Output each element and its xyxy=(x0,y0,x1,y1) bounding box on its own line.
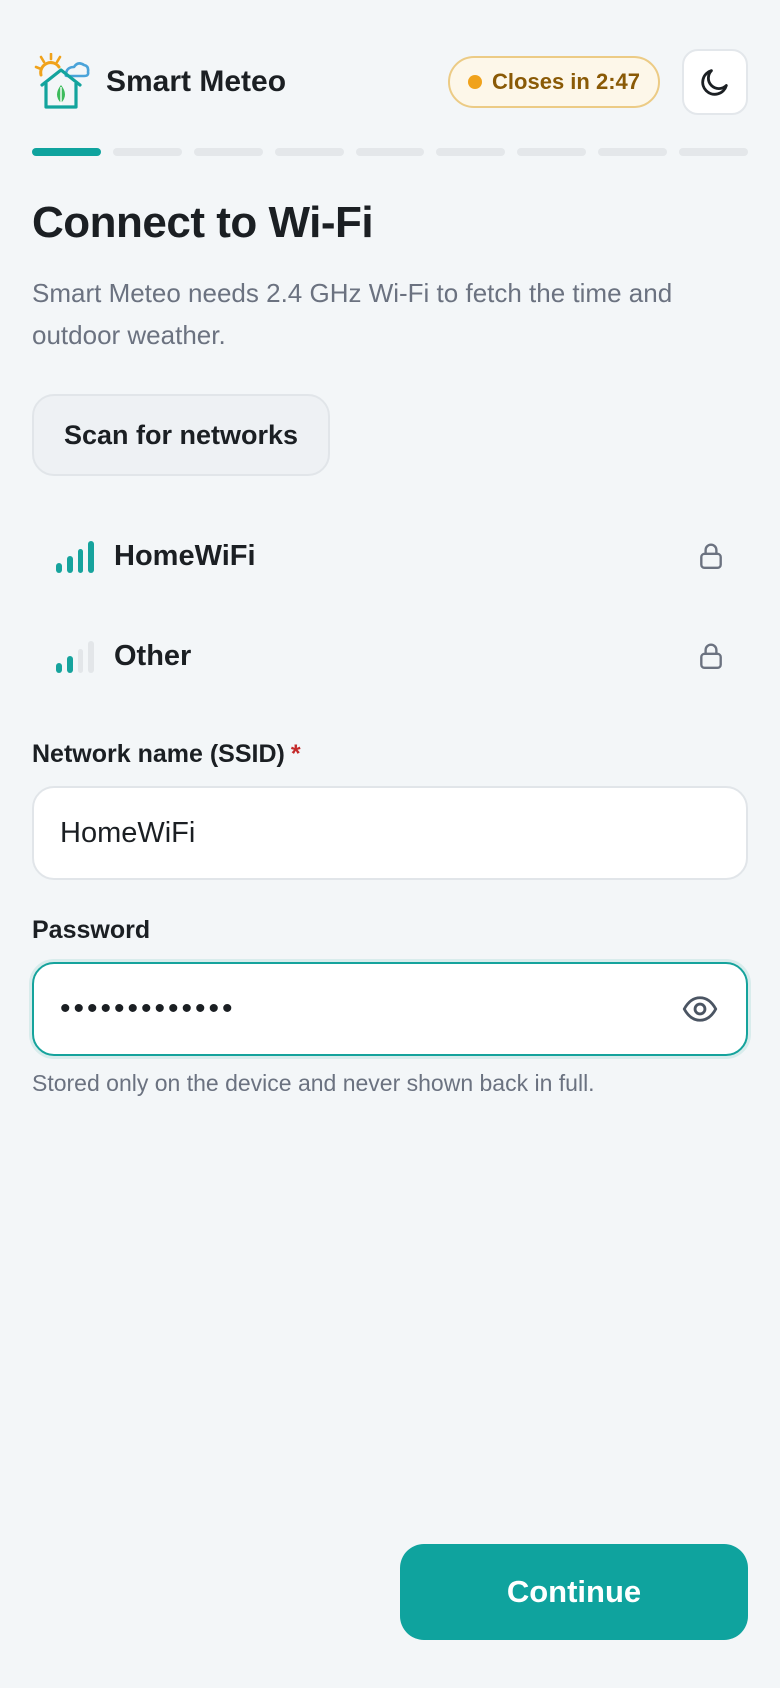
ssid-label: Network name (SSID) * xyxy=(32,740,301,769)
timer-label: Closes in 2:47 xyxy=(492,69,640,94)
page-subtitle: Smart Meteo needs 2.4 GHz Wi-Fi to fetch… xyxy=(32,278,673,350)
moon-icon xyxy=(701,69,728,96)
password-input[interactable]: ••••••••••••• xyxy=(60,992,680,1026)
password-label: Password xyxy=(32,916,151,944)
progress-step-1 xyxy=(32,148,101,156)
password-hint: Stored only on the device and never show… xyxy=(32,1070,595,1096)
app-title: Smart Meteo xyxy=(106,65,287,98)
page-title: Connect to Wi-Fi xyxy=(32,198,374,247)
network-item-homewifi[interactable]: HomeWiFi xyxy=(32,506,748,606)
progress-step-6 xyxy=(436,148,506,156)
lock-icon xyxy=(700,643,722,670)
network-list: HomeWiFi Other xyxy=(32,506,748,706)
scan-networks-button[interactable]: Scan for networks xyxy=(32,394,331,476)
continue-button[interactable]: Continue xyxy=(400,1544,748,1640)
session-timer-badge: Closes in 2:47 xyxy=(448,56,660,108)
wifi-signal-icon xyxy=(56,639,94,673)
theme-toggle-button[interactable] xyxy=(682,49,748,115)
ssid-label-text: Network name (SSID) xyxy=(32,740,285,768)
smart-home-weather-logo-icon xyxy=(32,52,92,112)
ssid-field[interactable] xyxy=(32,786,748,880)
ssid-input[interactable] xyxy=(60,816,720,850)
show-password-button[interactable] xyxy=(680,989,720,1029)
progress-step-7 xyxy=(517,148,587,156)
progress-step-8 xyxy=(598,148,668,156)
lock-icon xyxy=(700,543,722,570)
progress-step-4 xyxy=(274,148,344,156)
network-item-other[interactable]: Other xyxy=(32,606,748,706)
app-header: Smart Meteo Closes in 2:47 xyxy=(32,48,748,116)
setup-progress xyxy=(32,148,749,156)
required-mark: * xyxy=(290,740,301,768)
network-name: Other xyxy=(114,639,192,672)
progress-step-5 xyxy=(355,148,425,156)
progress-step-3 xyxy=(193,148,263,156)
timer-dot-icon xyxy=(468,75,483,89)
eye-icon xyxy=(682,996,718,1022)
network-name: HomeWiFi xyxy=(114,539,256,572)
wifi-signal-icon xyxy=(56,539,94,573)
progress-step-2 xyxy=(112,148,182,156)
password-field[interactable]: ••••••••••••• xyxy=(32,962,748,1056)
progress-step-9 xyxy=(679,148,749,156)
